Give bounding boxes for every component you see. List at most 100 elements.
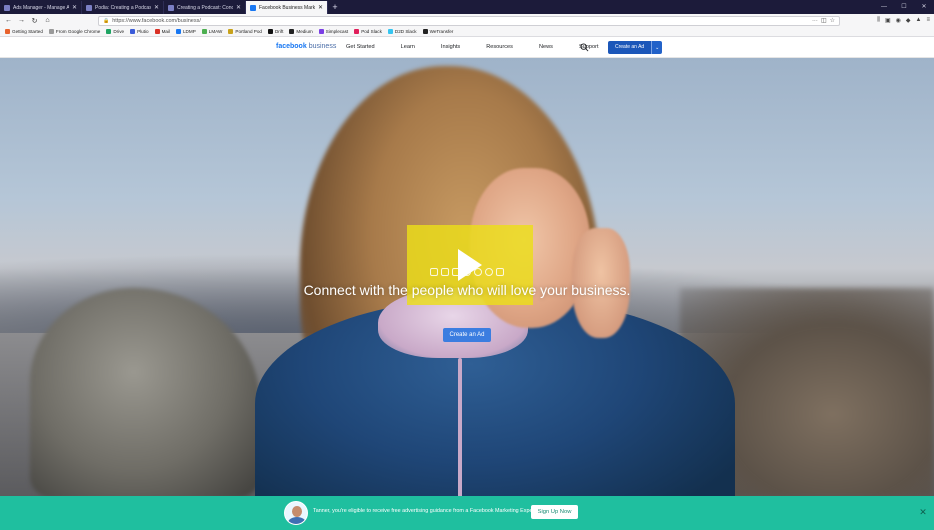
bookmark-item[interactable]: From Google Chrome [48, 29, 100, 34]
instagram-icon [441, 268, 449, 276]
facebook-icon [430, 268, 438, 276]
bookmarks-bar: Getting Started From Google Chrome Drive… [0, 27, 934, 37]
extension-icon[interactable]: ◉ [896, 17, 901, 24]
bookmark-label: D2D Slack [394, 29, 417, 34]
hero-create-ad-button[interactable]: Create an Ad [443, 328, 491, 342]
bookmark-item[interactable]: Drift [267, 29, 283, 34]
workplace-icon [485, 268, 493, 276]
browser-window: Ads Manager - Manage Ads ✕ Podia: Creati… [0, 0, 934, 530]
bookmark-icon [106, 29, 112, 34]
bookmark-item[interactable]: Mail [154, 29, 170, 34]
maximize-icon[interactable]: ☐ [894, 0, 914, 14]
close-tab-icon[interactable]: ✕ [318, 4, 323, 11]
bookmark-item[interactable]: Getting Started [5, 29, 43, 34]
bookmark-icon [5, 29, 10, 34]
play-icon [458, 249, 482, 281]
nav-get-started[interactable]: Get Started [346, 44, 375, 50]
bookmark-item[interactable]: LDMP [176, 29, 196, 34]
nav-learn[interactable]: Learn [401, 44, 415, 50]
nav-insights[interactable]: Insights [441, 44, 460, 50]
bookmark-item[interactable]: Portland Pod [228, 29, 262, 34]
avatar-head [292, 506, 302, 517]
bookmark-icon [267, 29, 273, 34]
navigation-toolbar: ← → ↻ ⌂ 🔒 https://www.facebook.com/busin… [0, 14, 934, 27]
tab-ads-manager[interactable]: Ads Manager - Manage Ads ✕ [0, 1, 82, 14]
bookmark-icon [201, 29, 207, 34]
logo-wordmark: facebook [276, 43, 307, 50]
tab-podia[interactable]: Podia: Creating a Podcast: Conc ✕ [82, 1, 164, 14]
sign-up-button[interactable]: Sign Up Now [531, 505, 578, 519]
nav-resources[interactable]: Resources [486, 44, 513, 50]
bookmark-icon [289, 29, 295, 34]
back-arrow-icon[interactable]: ← [4, 17, 13, 24]
bookmark-icon [387, 29, 393, 34]
bookmark-icon [422, 29, 428, 34]
bookmark-icon [176, 29, 181, 34]
expert-avatar [284, 501, 308, 525]
logo-subtitle: business [308, 43, 337, 50]
whatsapp-icon [463, 268, 471, 276]
facebook-business-logo[interactable]: facebook business [276, 43, 336, 50]
oculus-icon [496, 268, 504, 276]
messenger-icon [452, 268, 460, 276]
hero-image-zipper [458, 358, 462, 496]
home-icon[interactable]: ⌂ [43, 17, 52, 24]
search-icon[interactable] [580, 43, 589, 52]
bookmark-item[interactable]: LMAW [201, 29, 223, 34]
close-tab-icon[interactable]: ✕ [236, 4, 241, 11]
banner-message: Tanner, you're eligible to receive free … [313, 508, 536, 514]
tab-title: Creating a Podcast: Concept to [177, 4, 233, 11]
bookmark-item[interactable]: Simplecast [318, 29, 349, 34]
close-window-icon[interactable]: ✕ [914, 0, 934, 14]
menu-icon[interactable]: ≡ [926, 17, 930, 24]
create-ad-button[interactable]: Create an Ad [608, 41, 652, 54]
tab-favicon [168, 4, 174, 11]
bookmark-item[interactable]: WeTransfer [422, 29, 454, 34]
bookmark-label: Pod Slack [361, 29, 382, 34]
forward-arrow-icon[interactable]: → [17, 17, 26, 24]
tab-facebook-business[interactable]: Facebook Business Marketing ✕ [246, 1, 328, 14]
social-icons-row [430, 268, 504, 276]
extension-icon[interactable]: ▲ [916, 17, 922, 24]
bookmark-icon [130, 29, 136, 34]
bookmark-label: Portland Pod [235, 29, 262, 34]
bookmark-label: LMAW [208, 29, 223, 34]
chevron-down-icon[interactable]: ⌄ [651, 41, 663, 54]
minimize-icon[interactable]: — [874, 0, 894, 14]
site-header: facebook business Get Started Learn Insi… [0, 37, 934, 58]
close-icon[interactable]: ✕ [918, 507, 928, 517]
close-tab-icon[interactable]: ✕ [72, 4, 77, 11]
url-bar[interactable]: 🔒 https://www.facebook.com/business/ ···… [98, 15, 840, 26]
bookmark-item[interactable]: Pod Slack [354, 29, 382, 34]
tab-creating-podcast[interactable]: Creating a Podcast: Concept to ✕ [164, 1, 246, 14]
reload-icon[interactable]: ↻ [30, 17, 39, 25]
close-tab-icon[interactable]: ✕ [154, 4, 159, 11]
plus-icon[interactable]: + [328, 1, 342, 14]
bookmark-label: Mail [161, 29, 170, 34]
nav-news[interactable]: News [539, 44, 553, 50]
avatar-body [288, 517, 306, 524]
url-text[interactable]: https://www.facebook.com/business/ [112, 18, 809, 24]
tab-favicon [86, 4, 92, 11]
bookmark-label: Plutio [137, 29, 149, 34]
bookmark-item[interactable]: D2D Slack [387, 29, 417, 34]
bookmark-star-icon[interactable]: ☆ [830, 17, 835, 24]
page-actions-icon[interactable]: ··· [812, 18, 818, 24]
lock-icon[interactable]: 🔒 [103, 18, 109, 24]
create-ad-button-group: Create an Ad ⌄ [608, 41, 663, 54]
hero-video-section: Connect with the people who will love yo… [0, 58, 934, 496]
bookmark-label: Getting Started [12, 29, 43, 34]
extension-icon[interactable]: ◆ [906, 17, 911, 24]
folder-icon [48, 29, 54, 34]
sidebar-icon[interactable]: ▣ [885, 17, 891, 24]
bookmark-item[interactable]: Plutio [130, 29, 149, 34]
tab-title: Podia: Creating a Podcast: Conc [95, 4, 151, 11]
hero-headline: Connect with the people who will love yo… [303, 282, 631, 298]
bookmark-item[interactable]: Medium [289, 29, 313, 34]
marketing-expert-banner: Tanner, you're eligible to receive free … [0, 496, 934, 530]
bookmark-label: WeTransfer [429, 29, 454, 34]
bookmark-label: Simplecast [325, 29, 349, 34]
bookmark-item[interactable]: Drive [106, 29, 124, 34]
pocket-icon[interactable]: ◫ [821, 17, 827, 24]
library-icon[interactable]: ⫼ [877, 17, 880, 24]
